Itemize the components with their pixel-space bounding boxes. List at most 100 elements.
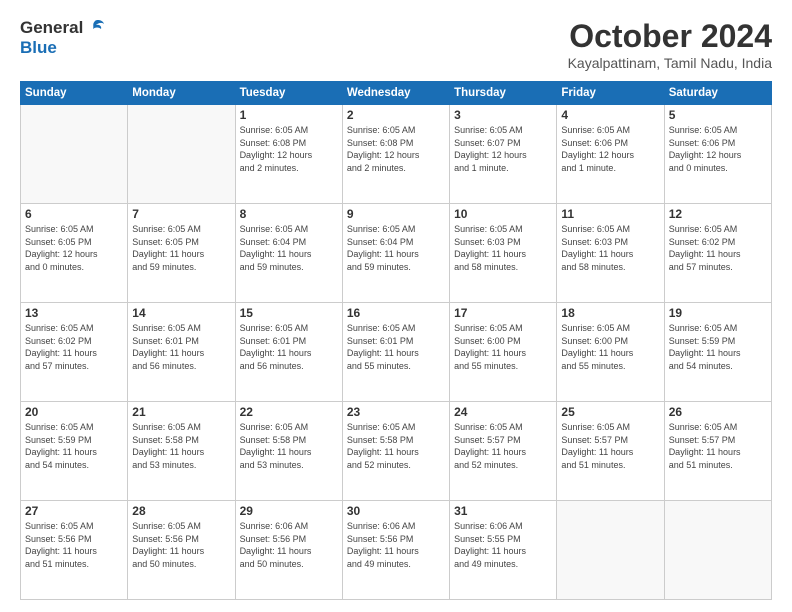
calendar-cell: 2 Sunrise: 6:05 AMSunset: 6:08 PMDaylight… xyxy=(342,105,449,204)
header-monday: Monday xyxy=(128,82,235,105)
day-number: 1 xyxy=(240,108,338,122)
day-info: Sunrise: 6:05 AMSunset: 6:00 PMDaylight:… xyxy=(454,322,552,372)
calendar-cell: 17 Sunrise: 6:05 AMSunset: 6:00 PMDayligh… xyxy=(450,303,557,402)
day-info: Sunrise: 6:06 AMSunset: 5:56 PMDaylight:… xyxy=(347,520,445,570)
day-number: 7 xyxy=(132,207,230,221)
calendar-cell: 5 Sunrise: 6:05 AMSunset: 6:06 PMDaylight… xyxy=(664,105,771,204)
calendar-cell: 15Sunrise: 6:05 AMSunset: 6:01 PMDayligh… xyxy=(235,303,342,402)
day-info: Sunrise: 6:05 AMSunset: 6:04 PMDaylight:… xyxy=(347,223,445,273)
day-number: 3 xyxy=(454,108,552,122)
day-number: 14 xyxy=(132,306,230,320)
calendar-cell: 24 Sunrise: 6:05 AMSunset: 5:57 PMDayligh… xyxy=(450,402,557,501)
calendar-cell: 28 Sunrise: 6:05 AMSunset: 5:56 PMDayligh… xyxy=(128,501,235,600)
day-info: Sunrise: 6:05 AMSunset: 6:02 PMDaylight:… xyxy=(669,223,767,273)
day-number: 29 xyxy=(240,504,338,518)
day-number: 15 xyxy=(240,306,338,320)
calendar-cell: 8 Sunrise: 6:05 AMSunset: 6:04 PMDaylight… xyxy=(235,204,342,303)
day-number: 12 xyxy=(669,207,767,221)
calendar-cell: 12 Sunrise: 6:05 AMSunset: 6:02 PMDayligh… xyxy=(664,204,771,303)
header-thursday: Thursday xyxy=(450,82,557,105)
day-info: Sunrise: 6:05 AMSunset: 6:05 PMDaylight:… xyxy=(132,223,230,273)
calendar-week-5: 27 Sunrise: 6:05 AMSunset: 5:56 PMDayligh… xyxy=(21,501,772,600)
calendar-header-row: Sunday Monday Tuesday Wednesday Thursday… xyxy=(21,82,772,105)
day-info: Sunrise: 6:05 AMSunset: 5:58 PMDaylight:… xyxy=(240,421,338,471)
day-number: 20 xyxy=(25,405,123,419)
day-number: 6 xyxy=(25,207,123,221)
day-info: Sunrise: 6:06 AMSunset: 5:56 PMDaylight:… xyxy=(240,520,338,570)
day-info: Sunrise: 6:05 AMSunset: 6:07 PMDaylight:… xyxy=(454,124,552,174)
header-tuesday: Tuesday xyxy=(235,82,342,105)
day-info: Sunrise: 6:05 AMSunset: 6:08 PMDaylight:… xyxy=(347,124,445,174)
day-info: Sunrise: 6:05 AMSunset: 5:58 PMDaylight:… xyxy=(132,421,230,471)
logo-general: General xyxy=(20,18,83,38)
day-number: 2 xyxy=(347,108,445,122)
day-info: Sunrise: 6:05 AMSunset: 5:57 PMDaylight:… xyxy=(561,421,659,471)
day-number: 25 xyxy=(561,405,659,419)
day-info: Sunrise: 6:05 AMSunset: 5:57 PMDaylight:… xyxy=(454,421,552,471)
day-number: 22 xyxy=(240,405,338,419)
day-number: 10 xyxy=(454,207,552,221)
calendar-cell: 30Sunrise: 6:06 AMSunset: 5:56 PMDayligh… xyxy=(342,501,449,600)
header-wednesday: Wednesday xyxy=(342,82,449,105)
calendar-cell: 29 Sunrise: 6:06 AMSunset: 5:56 PMDayligh… xyxy=(235,501,342,600)
day-number: 16 xyxy=(347,306,445,320)
header-friday: Friday xyxy=(557,82,664,105)
header-sunday: Sunday xyxy=(21,82,128,105)
day-number: 13 xyxy=(25,306,123,320)
day-number: 27 xyxy=(25,504,123,518)
month-title: October 2024 xyxy=(568,18,772,55)
calendar-week-4: 20 Sunrise: 6:05 AMSunset: 5:59 PMDayligh… xyxy=(21,402,772,501)
calendar-cell: 9 Sunrise: 6:05 AMSunset: 6:04 PMDaylight… xyxy=(342,204,449,303)
calendar-cell: 1 Sunrise: 6:05 AMSunset: 6:08 PMDaylight… xyxy=(235,105,342,204)
day-info: Sunrise: 6:05 AMSunset: 5:59 PMDaylight:… xyxy=(25,421,123,471)
logo: General Blue xyxy=(20,18,105,58)
calendar-cell: 6 Sunrise: 6:05 AMSunset: 6:05 PMDaylight… xyxy=(21,204,128,303)
day-info: Sunrise: 6:05 AMSunset: 5:59 PMDaylight:… xyxy=(669,322,767,372)
day-info: Sunrise: 6:05 AMSunset: 6:05 PMDaylight:… xyxy=(25,223,123,273)
day-info: Sunrise: 6:05 AMSunset: 6:04 PMDaylight:… xyxy=(240,223,338,273)
day-number: 17 xyxy=(454,306,552,320)
logo-bird-icon xyxy=(85,19,105,37)
day-info: Sunrise: 6:05 AMSunset: 6:00 PMDaylight:… xyxy=(561,322,659,372)
calendar-cell: 4Sunrise: 6:05 AMSunset: 6:06 PMDaylight… xyxy=(557,105,664,204)
calendar-cell: 18 Sunrise: 6:05 AMSunset: 6:00 PMDayligh… xyxy=(557,303,664,402)
header-saturday: Saturday xyxy=(664,82,771,105)
location: Kayalpattinam, Tamil Nadu, India xyxy=(568,55,772,71)
calendar-cell: 11 Sunrise: 6:05 AMSunset: 6:03 PMDayligh… xyxy=(557,204,664,303)
day-info: Sunrise: 6:05 AMSunset: 6:02 PMDaylight:… xyxy=(25,322,123,372)
day-info: Sunrise: 6:05 AMSunset: 5:56 PMDaylight:… xyxy=(132,520,230,570)
day-number: 24 xyxy=(454,405,552,419)
calendar-cell: 20 Sunrise: 6:05 AMSunset: 5:59 PMDayligh… xyxy=(21,402,128,501)
calendar-cell xyxy=(664,501,771,600)
calendar-cell: 21 Sunrise: 6:05 AMSunset: 5:58 PMDayligh… xyxy=(128,402,235,501)
day-info: Sunrise: 6:05 AMSunset: 6:08 PMDaylight:… xyxy=(240,124,338,174)
day-number: 31 xyxy=(454,504,552,518)
logo-blue: Blue xyxy=(20,38,57,57)
day-number: 18 xyxy=(561,306,659,320)
calendar-table: Sunday Monday Tuesday Wednesday Thursday… xyxy=(20,81,772,600)
day-number: 26 xyxy=(669,405,767,419)
day-number: 8 xyxy=(240,207,338,221)
day-info: Sunrise: 6:05 AMSunset: 5:57 PMDaylight:… xyxy=(669,421,767,471)
day-info: Sunrise: 6:05 AMSunset: 6:01 PMDaylight:… xyxy=(347,322,445,372)
calendar-cell: 31Sunrise: 6:06 AMSunset: 5:55 PMDayligh… xyxy=(450,501,557,600)
day-info: Sunrise: 6:05 AMSunset: 5:56 PMDaylight:… xyxy=(25,520,123,570)
calendar-week-2: 6 Sunrise: 6:05 AMSunset: 6:05 PMDaylight… xyxy=(21,204,772,303)
day-number: 21 xyxy=(132,405,230,419)
calendar-cell: 19 Sunrise: 6:05 AMSunset: 5:59 PMDayligh… xyxy=(664,303,771,402)
day-number: 19 xyxy=(669,306,767,320)
day-number: 11 xyxy=(561,207,659,221)
day-number: 28 xyxy=(132,504,230,518)
calendar-cell: 27 Sunrise: 6:05 AMSunset: 5:56 PMDayligh… xyxy=(21,501,128,600)
calendar-cell: 25 Sunrise: 6:05 AMSunset: 5:57 PMDayligh… xyxy=(557,402,664,501)
title-area: October 2024 Kayalpattinam, Tamil Nadu, … xyxy=(568,18,772,71)
day-number: 4 xyxy=(561,108,659,122)
day-number: 9 xyxy=(347,207,445,221)
calendar-cell: 22 Sunrise: 6:05 AMSunset: 5:58 PMDayligh… xyxy=(235,402,342,501)
day-info: Sunrise: 6:05 AMSunset: 6:03 PMDaylight:… xyxy=(454,223,552,273)
day-info: Sunrise: 6:05 AMSunset: 6:06 PMDaylight:… xyxy=(669,124,767,174)
calendar-week-3: 13 Sunrise: 6:05 AMSunset: 6:02 PMDayligh… xyxy=(21,303,772,402)
header: General Blue October 2024 Kayalpattinam,… xyxy=(20,18,772,71)
day-info: Sunrise: 6:05 AMSunset: 6:03 PMDaylight:… xyxy=(561,223,659,273)
day-number: 5 xyxy=(669,108,767,122)
